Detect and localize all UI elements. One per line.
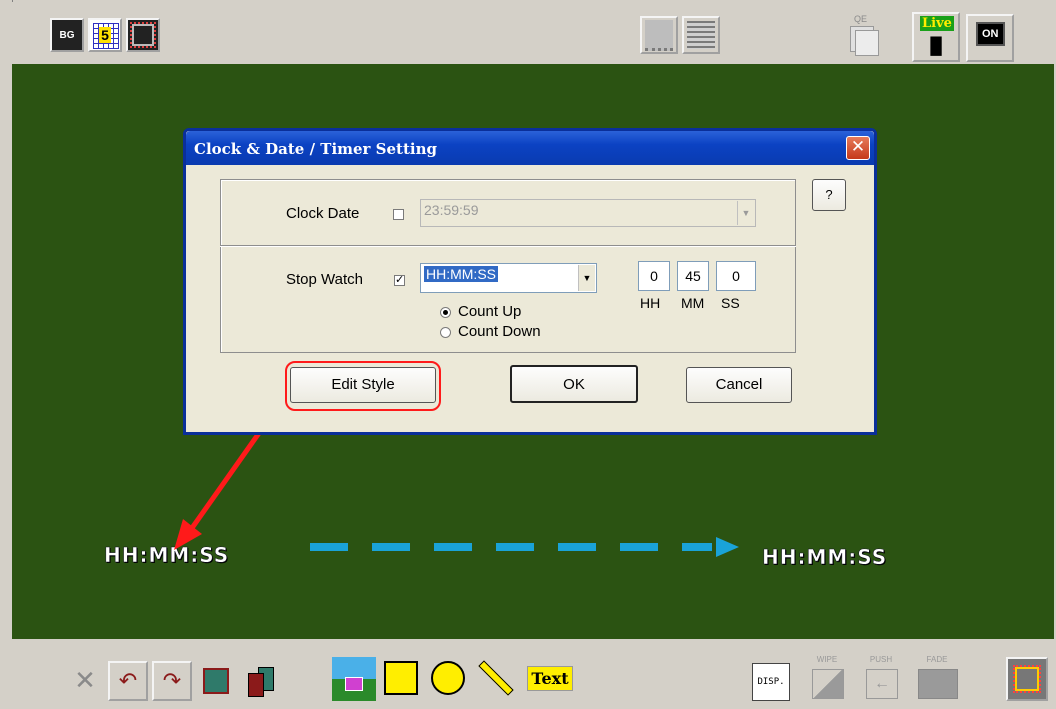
clock-date-checkbox[interactable] — [393, 209, 404, 220]
layer-order-icon[interactable] — [240, 661, 280, 701]
ellipse-shape — [431, 661, 465, 695]
count-up-label: Count Up — [458, 303, 522, 320]
grid-5-button[interactable]: 5 — [88, 18, 122, 52]
disp-button[interactable]: DISP. — [752, 663, 790, 701]
text-tool-label: Text — [527, 665, 573, 691]
live-button[interactable]: Live █ — [912, 12, 960, 62]
stop-watch-checkbox[interactable]: ✓ — [394, 275, 405, 286]
push-icon: ← — [866, 669, 898, 699]
qe-stack-icon[interactable]: QE — [844, 14, 884, 56]
stop-watch-format-value: HH:MM:SS — [424, 266, 498, 282]
fade-button[interactable]: FADE — [912, 655, 962, 703]
rectangle-shape — [384, 661, 418, 695]
dialog-titlebar[interactable]: Clock & Date / Timer Setting ✕ — [186, 131, 874, 165]
edit-style-highlight — [285, 361, 441, 411]
on-label: ON — [976, 22, 1005, 46]
app-window: BG 5 QE Live █ ON HH:MM:SS HH:MM:SS Cloc… — [0, 0, 1056, 709]
push-label: PUSH — [869, 655, 893, 664]
clock-date-value: 23:59:59 — [424, 202, 479, 218]
wipe-label: WIPE — [816, 655, 838, 664]
layer-front — [248, 673, 264, 697]
dialog-title: Clock & Date / Timer Setting — [194, 140, 438, 158]
dashed-arrow — [310, 537, 739, 557]
ss-field[interactable]: 0 — [716, 261, 756, 291]
bottom-toolbar: ✕ ↶ ↷ Text DISP. WIPE PUSH ← FADE — [12, 639, 1054, 709]
edit-square — [203, 668, 229, 694]
push-button[interactable]: PUSH ← — [858, 655, 904, 703]
rotate-left-icon: ↶ — [118, 668, 138, 693]
cancel-button[interactable]: Cancel — [686, 367, 792, 403]
fade-label: FADE — [926, 655, 948, 664]
camera-icon: █ — [930, 38, 942, 55]
close-icon: ✕ — [850, 137, 866, 157]
help-label: ? — [825, 187, 833, 202]
hh-field[interactable]: 0 — [638, 261, 670, 291]
chevron-down-icon: ▼ — [737, 201, 754, 225]
live-label: Live — [920, 16, 954, 31]
radio-dot — [443, 310, 448, 315]
grid-number: 5 — [99, 27, 111, 43]
safe-area-button[interactable] — [126, 18, 160, 52]
rotate-right-icon: ↷ — [162, 668, 182, 693]
rectangle-tool-icon[interactable] — [382, 659, 420, 697]
qe-page-2 — [855, 30, 879, 56]
count-down-radio[interactable] — [440, 327, 451, 338]
chevron-down-icon: ▼ — [578, 265, 595, 291]
check-icon: ✓ — [395, 274, 405, 286]
wipe-button[interactable]: WIPE — [804, 655, 850, 703]
layout-a-button[interactable] — [640, 16, 678, 54]
stop-watch-label: Stop Watch — [286, 271, 363, 288]
line-shape — [478, 660, 514, 696]
house-icon — [345, 677, 363, 691]
wipe-icon — [812, 669, 844, 699]
count-up-radio[interactable] — [440, 307, 451, 318]
layout-b-button[interactable] — [682, 16, 720, 54]
line-tool-icon[interactable] — [474, 657, 518, 699]
disp-label: DISP. — [757, 677, 785, 687]
ellipse-tool-icon[interactable] — [428, 659, 468, 697]
layout-a-icon — [645, 19, 673, 51]
stop-watch-format-combo[interactable]: HH:MM:SS ▼ — [420, 263, 597, 293]
ok-button[interactable]: OK — [510, 365, 638, 403]
layout-b-icon — [687, 21, 715, 49]
bg-label: BG — [59, 29, 75, 41]
bg-button[interactable]: BG — [50, 18, 84, 52]
dashed-arrow-head — [716, 537, 739, 557]
redo-button[interactable]: ↷ — [152, 661, 192, 701]
top-toolbar: BG 5 QE Live █ ON — [12, 2, 1054, 64]
safe-frame-icon — [1013, 665, 1041, 693]
safe-area-icon — [130, 22, 156, 48]
mm-field[interactable]: 45 — [677, 261, 709, 291]
clock-date-combo[interactable]: 23:59:59 ▼ — [420, 199, 756, 227]
image-tool-icon[interactable] — [332, 657, 376, 701]
hh-label: HH — [640, 295, 661, 311]
fade-icon — [918, 669, 958, 699]
cancel-label: Cancel — [715, 376, 763, 393]
close-button[interactable]: ✕ — [846, 136, 870, 160]
qe-label: QE — [854, 14, 868, 24]
undo-button[interactable]: ↶ — [108, 661, 148, 701]
clock-timer-dialog: Clock & Date / Timer Setting ✕ ? Clock D… — [183, 128, 877, 435]
on-air-button[interactable]: ON — [966, 14, 1014, 62]
count-down-label: Count Down — [458, 323, 541, 340]
group-separator — [220, 245, 796, 247]
edit-object-icon[interactable] — [196, 661, 236, 701]
ok-label: OK — [563, 376, 585, 393]
text-tool-icon[interactable]: Text — [522, 659, 578, 697]
clock-date-label: Clock Date — [286, 205, 360, 222]
safe-frame-button[interactable] — [1006, 657, 1048, 701]
help-button[interactable]: ? — [812, 179, 846, 211]
mm-label: MM — [681, 295, 705, 311]
ss-label: SS — [721, 295, 740, 311]
delete-icon[interactable]: ✕ — [66, 661, 104, 699]
